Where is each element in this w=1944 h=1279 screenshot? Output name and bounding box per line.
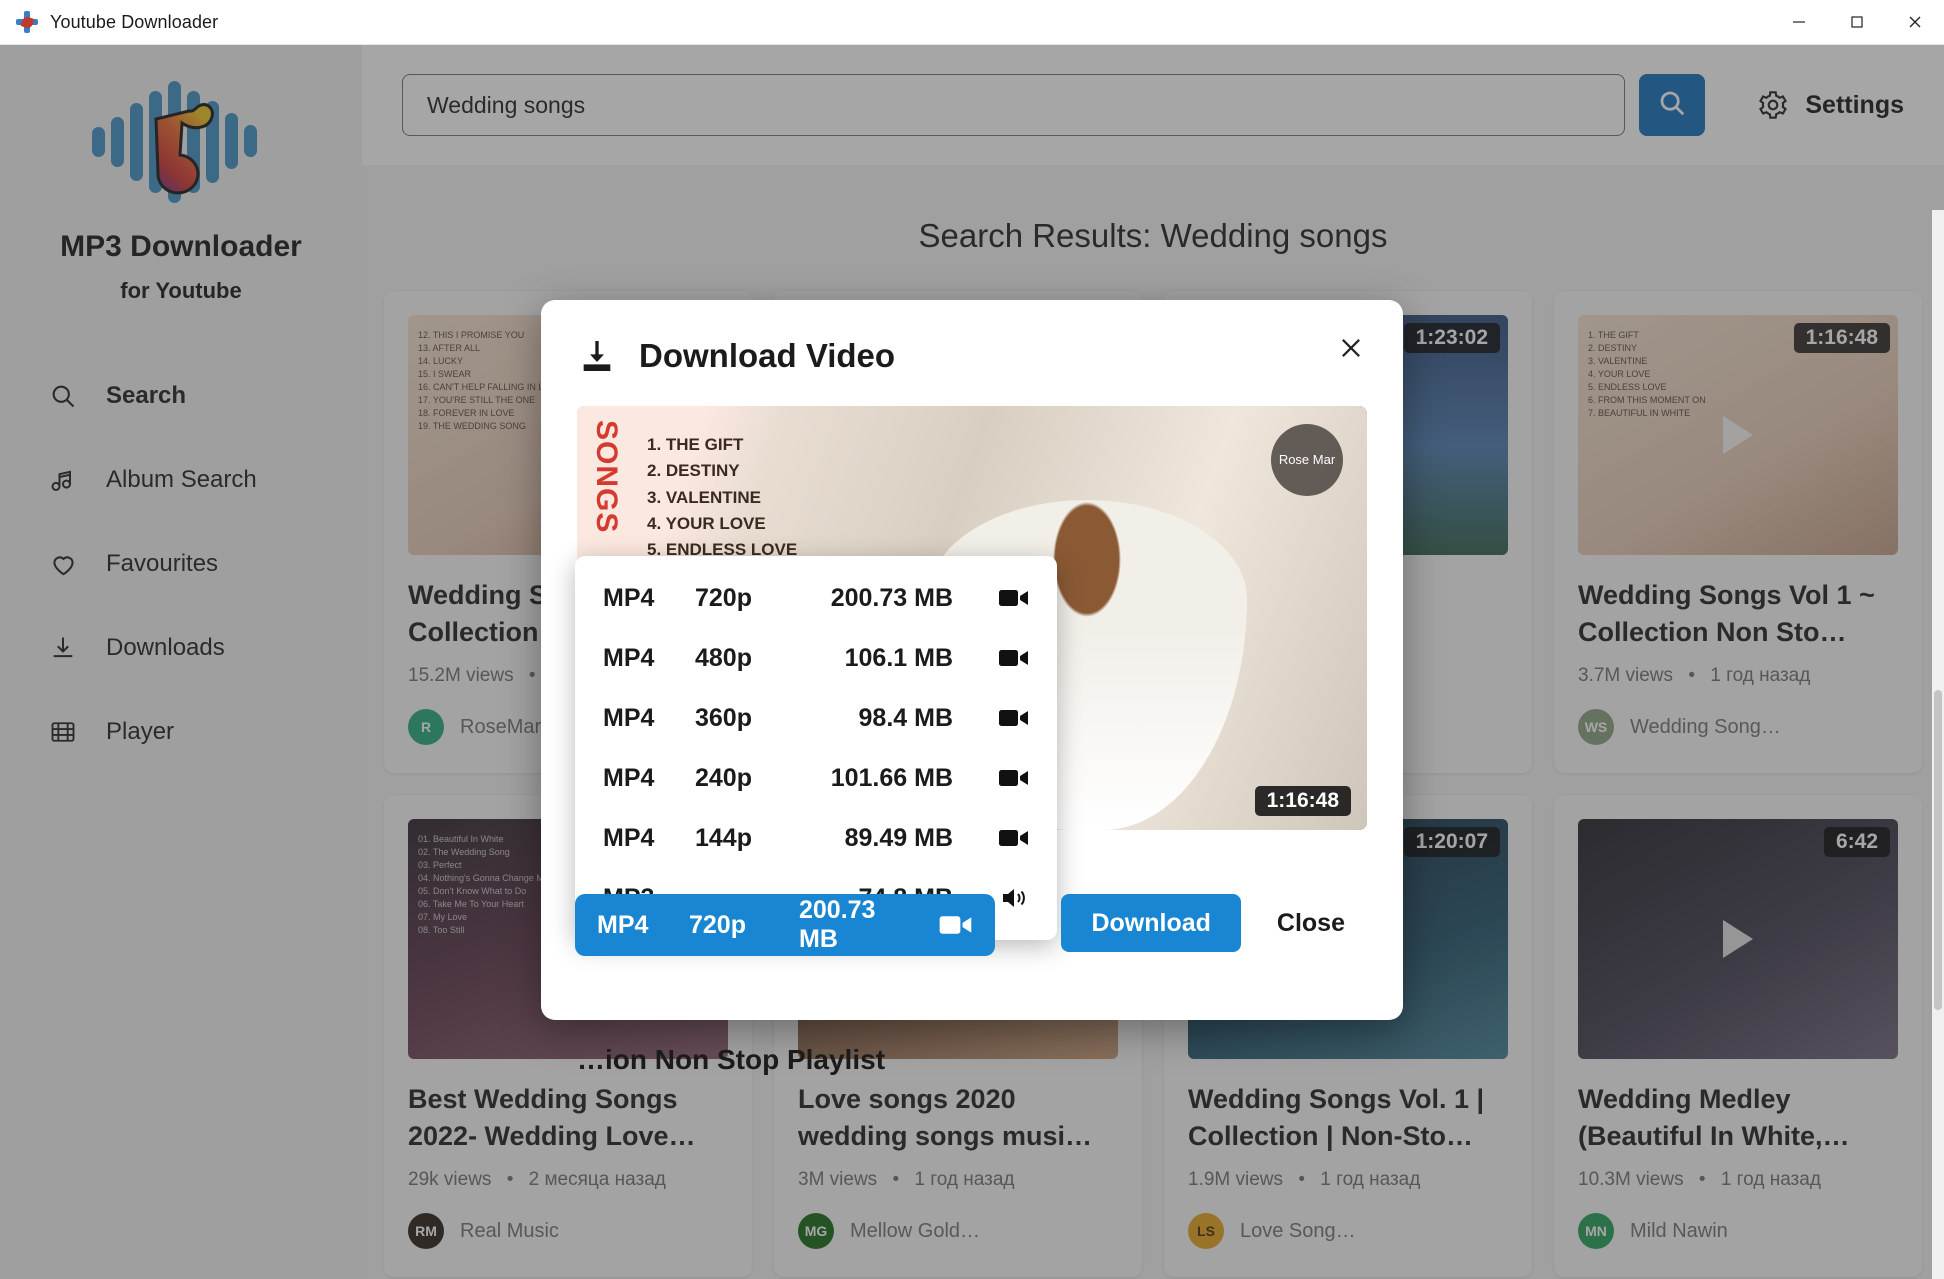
cancel-button[interactable]: Close (1255, 894, 1367, 952)
format-size: 89.49 MB (844, 823, 953, 852)
download-button[interactable]: Download (1061, 894, 1241, 952)
watermark: Rose Mar (1271, 424, 1343, 496)
preview-duration: 1:16:48 (1254, 786, 1351, 816)
dialog-actions: Download Close (1061, 894, 1367, 952)
format-option[interactable]: MP4 144p 89.49 MB (575, 808, 1057, 868)
title-bar: Youtube Downloader (0, 0, 1944, 45)
format-type: MP4 (603, 703, 655, 732)
format-quality: 240p (695, 763, 752, 792)
maximize-icon (1851, 16, 1863, 28)
preview-video-title: …ion Non Stop Playlist (577, 1044, 886, 1075)
selected-format-button[interactable]: MP4 720p 200.73 MB (575, 894, 995, 956)
window-controls (1770, 0, 1944, 45)
minimize-button[interactable] (1770, 0, 1828, 45)
download-icon (577, 336, 617, 376)
format-option[interactable]: MP4 480p 106.1 MB (575, 628, 1057, 688)
format-quality: 144p (695, 823, 752, 852)
maximize-button[interactable] (1828, 0, 1886, 45)
format-size: 200.73 MB (830, 583, 953, 612)
video-camera-icon (957, 647, 1029, 669)
selected-format-type: MP4 (597, 910, 649, 939)
format-option[interactable]: MP4 360p 98.4 MB (575, 688, 1057, 748)
format-quality: 720p (695, 583, 752, 612)
close-button[interactable] (1886, 0, 1944, 45)
format-size: 106.1 MB (844, 643, 953, 672)
format-type: MP4 (603, 583, 655, 612)
format-quality: 480p (695, 643, 752, 672)
format-size: 101.66 MB (830, 763, 953, 792)
format-option[interactable]: MP4 240p 101.66 MB (575, 748, 1057, 808)
minimize-icon (1793, 21, 1805, 23)
format-type: MP4 (603, 643, 655, 672)
app-icon (16, 11, 38, 33)
application-window: Youtube Downloader MP3 Downloader for Yo… (0, 0, 1944, 1279)
scrollbar-thumb[interactable] (1934, 690, 1942, 1010)
format-size: 98.4 MB (858, 703, 953, 732)
video-camera-icon (957, 707, 1029, 729)
format-type: MP4 (603, 763, 655, 792)
video-camera-icon (957, 767, 1029, 789)
video-camera-icon (903, 913, 973, 937)
video-camera-icon (957, 827, 1029, 849)
download-video-dialog: Download Video SONGS 1. THE GIFT 2. DESTI… (541, 300, 1403, 1075)
preview-side-text: SONGS (590, 420, 623, 534)
window-title: Youtube Downloader (50, 11, 219, 32)
close-icon (1909, 16, 1921, 28)
format-type: MP4 (603, 823, 655, 852)
format-option[interactable]: MP4 720p 200.73 MB (575, 568, 1057, 628)
selected-format-size: 200.73 MB (799, 896, 876, 953)
selected-format-quality: 720p (689, 910, 746, 939)
video-camera-icon (957, 587, 1029, 609)
results-scrollbar[interactable] (1932, 210, 1944, 1279)
dialog-title: Download Video (639, 337, 896, 374)
format-dropdown-list[interactable]: MP4 720p 200.73 MB MP4 480p 106.1 MB MP4… (575, 556, 1057, 940)
close-icon[interactable] (1329, 326, 1373, 370)
format-quality: 360p (695, 703, 752, 732)
dialog-header: Download Video (541, 300, 1403, 376)
